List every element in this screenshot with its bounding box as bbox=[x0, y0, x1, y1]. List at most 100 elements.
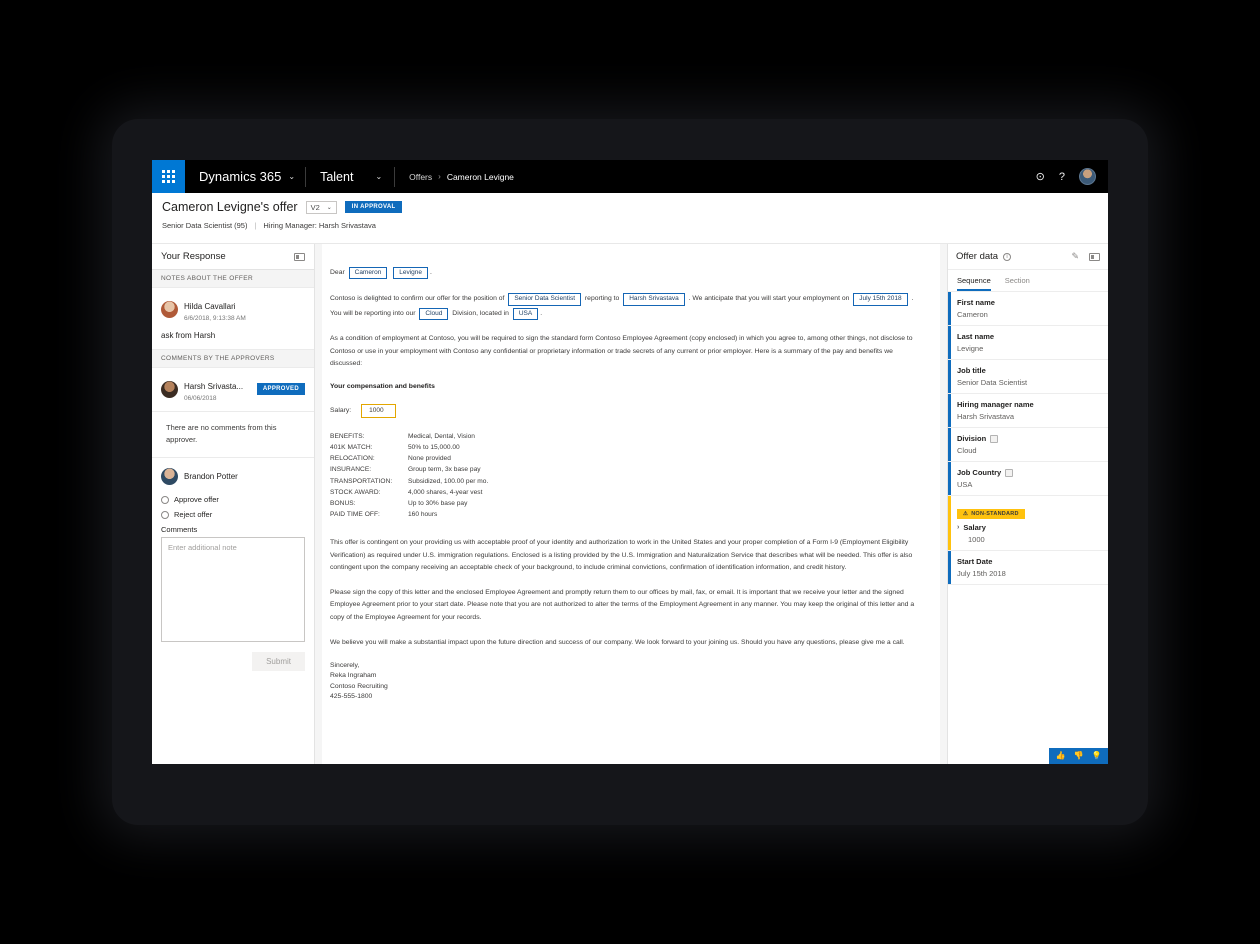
status-badge[interactable]: IN APPROVAL bbox=[344, 201, 403, 213]
subtitle-hiring-manager: Hiring Manager: Harsh Srivastava bbox=[263, 221, 376, 230]
breadcrumb-offers[interactable]: Offers bbox=[409, 172, 432, 182]
non-standard-badge: ⚠ NON-STANDARD bbox=[957, 509, 1025, 519]
field-salary[interactable]: 1000 bbox=[361, 403, 396, 419]
offer-data-card[interactable]: Start Date July 15th 2018 bbox=[948, 551, 1108, 585]
offer-data-label-row: Last name bbox=[957, 332, 1100, 341]
tab-section[interactable]: Section bbox=[1005, 276, 1030, 291]
thumbs-down-icon[interactable]: 👎 bbox=[1074, 752, 1084, 760]
offer-data-label: Salary bbox=[963, 523, 986, 532]
offer-data-card[interactable]: Last name Levigne bbox=[948, 326, 1108, 360]
offer-letter-page: Dear Cameron Levigne. Contoso is delight… bbox=[322, 244, 940, 764]
tab-sequence[interactable]: Sequence bbox=[957, 276, 991, 291]
avatar bbox=[161, 380, 178, 398]
submit-button[interactable]: Submit bbox=[252, 652, 305, 672]
radio-reject-offer[interactable]: Reject offer bbox=[161, 510, 305, 519]
offer-data-panel: Offer data i ✎ Sequence Section First na… bbox=[947, 244, 1108, 764]
page-title: Cameron Levigne's offer bbox=[162, 200, 298, 214]
comments-input[interactable]: Enter additional note bbox=[161, 537, 305, 643]
thumbs-up-icon[interactable]: 👍 bbox=[1056, 752, 1066, 760]
benefit-row: BENEFITS: Medical, Dental, Vision bbox=[330, 432, 488, 443]
app-label: Talent bbox=[320, 169, 354, 184]
benefits-table-body: BENEFITS: Medical, Dental, Vision 401K MAT… bbox=[330, 432, 488, 521]
field-division[interactable]: Cloud bbox=[419, 307, 449, 320]
offer-data-label: Division bbox=[957, 434, 987, 443]
offer-data-value: July 15th 2018 bbox=[957, 569, 1006, 578]
benefit-value: 160 hours bbox=[408, 511, 438, 519]
benefit-value: Subsidized, 100.00 per mo. bbox=[408, 477, 489, 485]
offer-text-c: . We anticipate that you will start your… bbox=[688, 295, 850, 303]
breadcrumb: Offers › Cameron Levigne bbox=[395, 172, 514, 182]
offer-data-card[interactable]: Division Cloud bbox=[948, 428, 1108, 462]
your-response-block: Brandon Potter Approve offer Reject offe… bbox=[152, 458, 314, 672]
signature-name: Reka Ingraham bbox=[330, 672, 377, 680]
conditions-paragraph: As a condition of employment at Contoso,… bbox=[330, 335, 913, 368]
waffle-menu-button[interactable] bbox=[152, 160, 185, 193]
app-viewport: Dynamics 365 ⌄ Talent ⌄ Offers › Cameron… bbox=[152, 160, 1108, 764]
lightbulb-idea-icon[interactable]: 💡 bbox=[1091, 752, 1101, 760]
radio-icon bbox=[161, 495, 169, 504]
offer-data-card[interactable]: Hiring manager name Harsh Srivastava bbox=[948, 394, 1108, 428]
offer-data-card[interactable]: First name Cameron bbox=[948, 292, 1108, 326]
edit-pencil-icon[interactable]: ✎ bbox=[1071, 251, 1079, 262]
link-icon[interactable] bbox=[1005, 468, 1014, 477]
radio-reject-label: Reject offer bbox=[174, 510, 213, 520]
closing-paragraph: We believe you will make a substantial i… bbox=[330, 638, 905, 646]
offer-data-title: Offer data bbox=[956, 251, 999, 262]
offer-paragraph: Contoso is delighted to confirm our offe… bbox=[330, 292, 918, 321]
help-icon[interactable]: ? bbox=[1059, 171, 1065, 183]
section-label-notes: NOTES ABOUT THE OFFER bbox=[152, 270, 314, 288]
offer-data-label-row: First name bbox=[957, 298, 1100, 307]
app-selector-talent[interactable]: Talent ⌄ bbox=[306, 160, 394, 193]
salary-label: Salary: bbox=[330, 407, 352, 415]
brand-dynamics365[interactable]: Dynamics 365 ⌄ bbox=[185, 160, 305, 193]
link-icon[interactable] bbox=[990, 434, 999, 443]
field-hiring-manager[interactable]: Harsh Srivastava bbox=[623, 293, 685, 306]
field-job-title[interactable]: Senior Data Scientist bbox=[508, 293, 582, 306]
field-job-country[interactable]: USA bbox=[512, 307, 539, 320]
offer-data-value: Levigne bbox=[957, 344, 984, 353]
signature-sincerely: Sincerely, bbox=[330, 662, 360, 670]
benefit-row: 401K MATCH: 50% to 15,000.00 bbox=[330, 443, 488, 454]
breadcrumb-separator-icon: › bbox=[438, 172, 441, 181]
benefit-key: INSURANCE: bbox=[330, 466, 372, 474]
page-header-row: Cameron Levigne's offer V2 ⌄ IN APPROVAL bbox=[162, 200, 1108, 214]
document-area: Dear Cameron Levigne. Contoso is delight… bbox=[315, 244, 947, 764]
offer-data-card[interactable]: Job title Senior Data Scientist bbox=[948, 360, 1108, 394]
page-header: Cameron Levigne's offer V2 ⌄ IN APPROVAL… bbox=[152, 193, 1108, 244]
field-start-date[interactable]: July 15th 2018 bbox=[853, 293, 908, 306]
signature-instructions-paragraph: Please sign the copy of this letter and … bbox=[330, 588, 915, 621]
offer-data-label: First name bbox=[957, 298, 995, 307]
offer-data-card[interactable]: ⚠ NON-STANDARD › Salary 1000 bbox=[948, 496, 1108, 551]
avatar[interactable] bbox=[1079, 168, 1096, 185]
approver-name: Harsh Srivasta... bbox=[184, 382, 244, 391]
benefit-value: Medical, Dental, Vision bbox=[408, 433, 475, 441]
section-label-comments: COMMENTS BY THE APPROVERS bbox=[152, 350, 314, 368]
signature-block: Sincerely, Reka Ingraham Contoso Recruit… bbox=[330, 661, 918, 702]
waffle-grid-icon bbox=[162, 170, 175, 183]
gear-icon[interactable]: ⊙ bbox=[1036, 170, 1045, 183]
warning-triangle-icon: ⚠ bbox=[963, 511, 969, 517]
sidebar-header: Your Response bbox=[152, 244, 314, 270]
version-select[interactable]: V2 ⌄ bbox=[305, 200, 337, 214]
radio-approve-offer[interactable]: Approve offer bbox=[161, 495, 305, 504]
field-last-name[interactable]: Levigne bbox=[393, 267, 429, 280]
benefit-value: 4,000 shares, 4-year vest bbox=[408, 488, 483, 496]
offer-data-tabs: Sequence Section bbox=[948, 270, 1108, 292]
chevron-right-icon[interactable]: › bbox=[957, 524, 959, 531]
benefit-row: INSURANCE: Group term, 3x base pay bbox=[330, 465, 488, 476]
offer-data-card[interactable]: Job Country USA bbox=[948, 462, 1108, 496]
offer-data-label: Job title bbox=[957, 366, 986, 375]
info-icon[interactable]: i bbox=[1003, 252, 1012, 261]
page-subtitle: Senior Data Scientist (95) | Hiring Mana… bbox=[162, 221, 1108, 230]
subtitle-divider: | bbox=[254, 221, 257, 230]
panel-collapse-icon[interactable] bbox=[1089, 252, 1100, 261]
chevron-down-icon: ⌄ bbox=[375, 172, 383, 181]
panel-collapse-icon[interactable] bbox=[294, 252, 305, 261]
subtitle-job-title: Senior Data Scientist (95) bbox=[162, 221, 248, 230]
offer-data-value: Senior Data Scientist bbox=[957, 378, 1028, 387]
benefit-value: 50% to 15,000.00 bbox=[408, 444, 460, 452]
field-first-name[interactable]: Cameron bbox=[348, 267, 388, 280]
offer-data-header: Offer data i ✎ bbox=[948, 244, 1108, 270]
radio-icon bbox=[161, 510, 169, 519]
benefit-key: BONUS: bbox=[330, 499, 356, 507]
